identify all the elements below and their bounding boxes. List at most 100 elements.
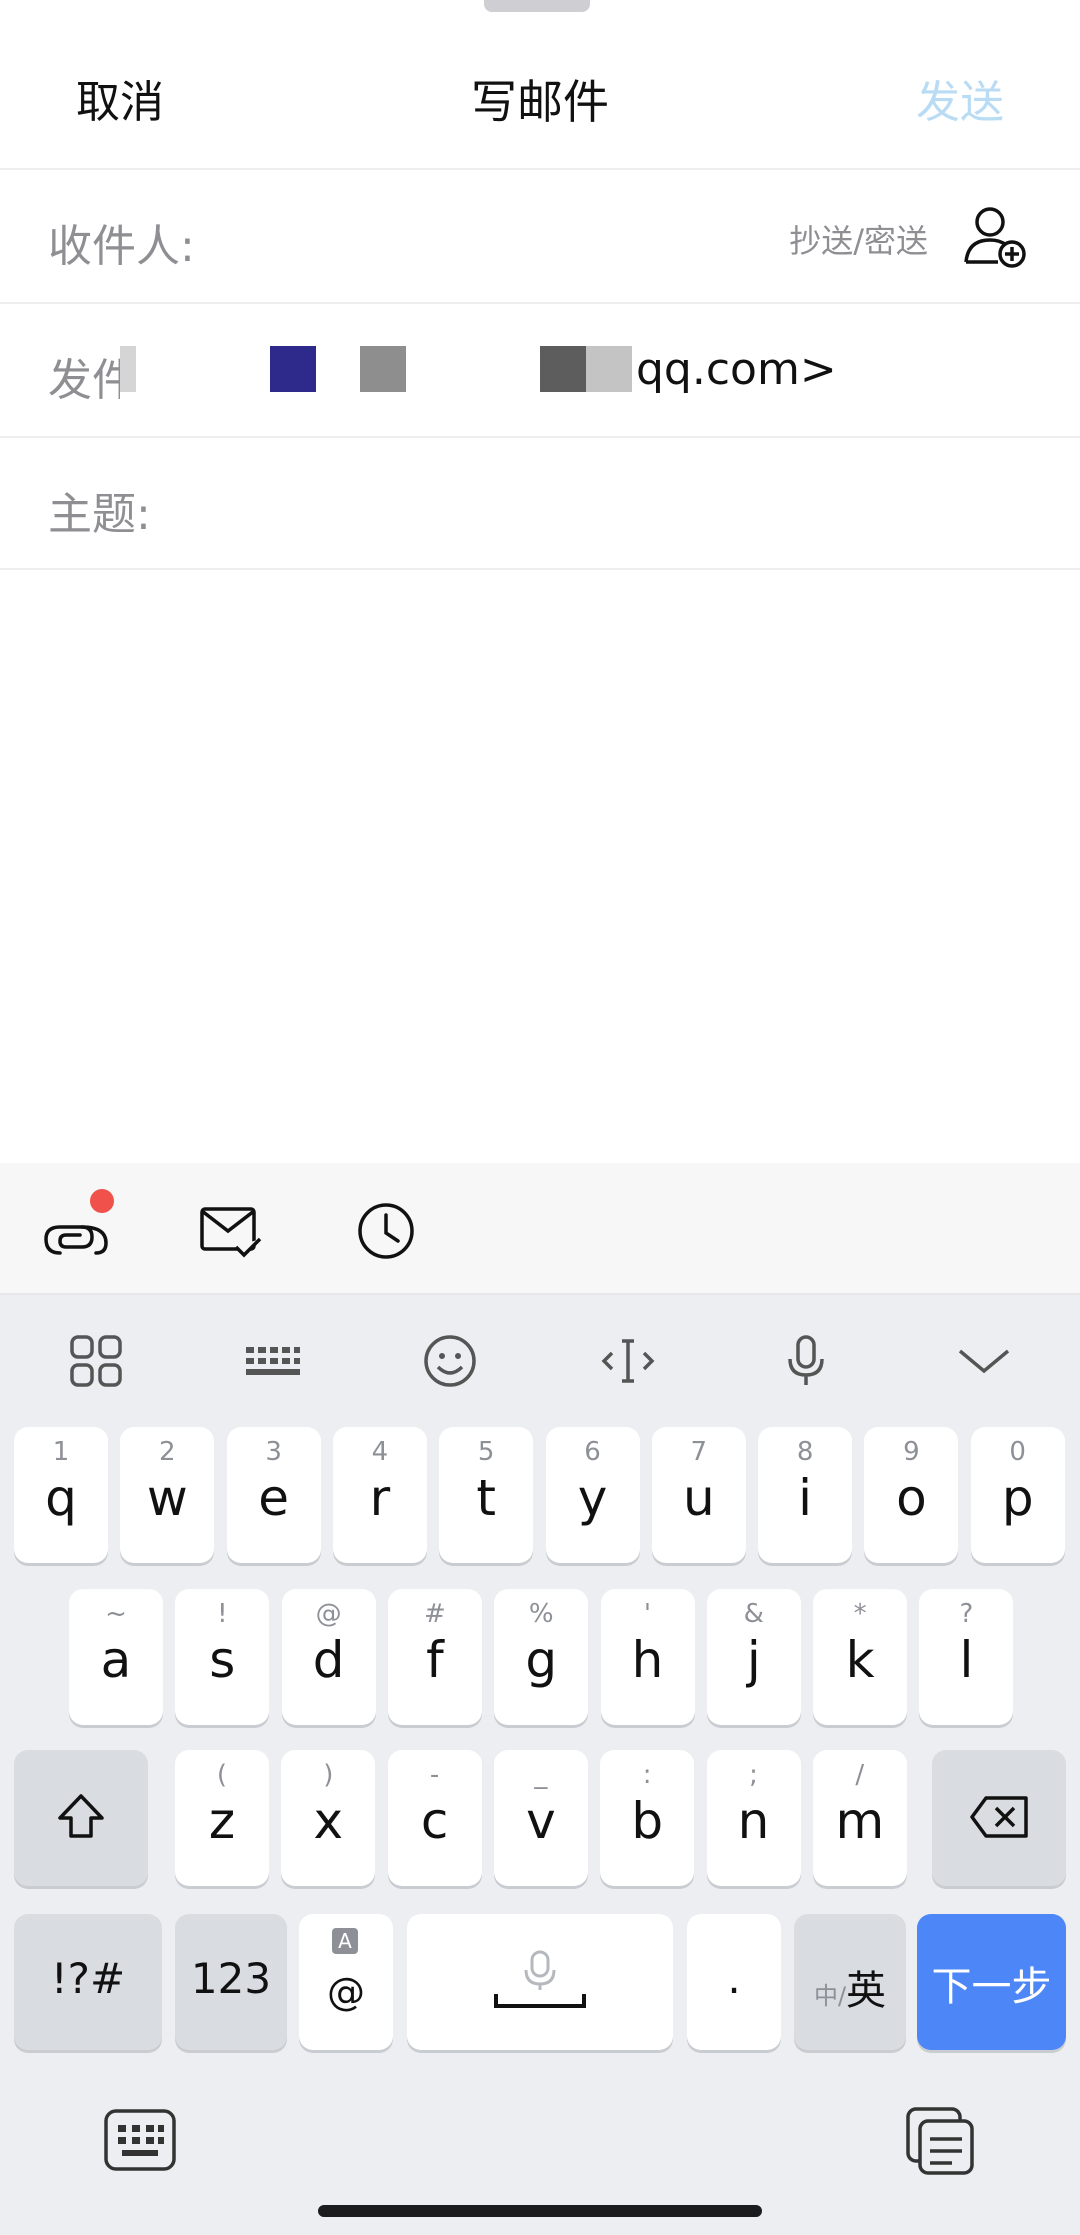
- redaction-block: [586, 346, 632, 392]
- backspace-key[interactable]: [932, 1750, 1066, 1886]
- key-secondary-label: ;: [749, 1760, 758, 1790]
- subject-label: 主题:: [48, 489, 151, 540]
- mail-check-icon[interactable]: [196, 1201, 264, 1261]
- language-switch-key[interactable]: 中/英: [794, 1914, 906, 2050]
- key-primary-label: s: [209, 1631, 236, 1689]
- key-l[interactable]: ? l: [919, 1589, 1014, 1725]
- space-mic-icon: [494, 1950, 586, 2008]
- compose-toolbar: [0, 1163, 1080, 1295]
- key-secondary-label: 0: [1009, 1437, 1026, 1467]
- key-o[interactable]: 9o: [864, 1427, 959, 1563]
- at-label: @: [327, 1970, 365, 2014]
- key-v[interactable]: _ v: [493, 1750, 588, 1886]
- key-w[interactable]: 2w: [120, 1427, 215, 1563]
- shift-key[interactable]: [14, 1750, 148, 1886]
- numbers-label: 123: [190, 1954, 272, 2003]
- key-primary-label: m: [835, 1792, 885, 1850]
- key-s[interactable]: ! s: [175, 1589, 270, 1725]
- key-n[interactable]: ; n: [706, 1750, 801, 1886]
- apps-grid-icon[interactable]: [66, 1331, 126, 1391]
- key-primary-label: t: [476, 1469, 496, 1527]
- key-e[interactable]: 3e: [226, 1427, 321, 1563]
- caps-badge: A: [332, 1928, 358, 1954]
- period-key[interactable]: .: [687, 1914, 781, 2050]
- key-a[interactable]: ~ a: [69, 1589, 163, 1725]
- collapse-keyboard-icon[interactable]: [954, 1331, 1014, 1391]
- lang-big-label: 英: [846, 1968, 887, 2014]
- key-j[interactable]: & j: [706, 1589, 801, 1725]
- key-secondary-label: #: [423, 1599, 446, 1629]
- key-primary-label: r: [369, 1469, 391, 1527]
- cursor-move-icon[interactable]: [598, 1331, 658, 1391]
- key-secondary-label: 5: [477, 1437, 495, 1467]
- clipboard-icon[interactable]: [902, 2105, 978, 2175]
- space-key[interactable]: [407, 1914, 673, 2050]
- key-primary-label: q: [45, 1469, 77, 1527]
- redaction-block: [120, 346, 136, 392]
- key-secondary-label: ): [323, 1760, 334, 1790]
- key-secondary-label: &: [743, 1599, 764, 1629]
- key-q[interactable]: 1q: [14, 1427, 108, 1563]
- key-primary-label: f: [426, 1631, 444, 1689]
- cc-bcc-button[interactable]: 抄送/密送: [789, 216, 928, 262]
- shift-icon: [58, 1794, 104, 1838]
- key-c[interactable]: -c: [387, 1750, 482, 1886]
- microphone-icon[interactable]: [776, 1331, 836, 1391]
- key-primary-label: j: [746, 1631, 761, 1689]
- key-t[interactable]: 5t: [439, 1427, 534, 1563]
- key-m[interactable]: / m: [812, 1750, 907, 1886]
- key-primary-label: x: [313, 1792, 344, 1850]
- key-secondary-label: *: [853, 1599, 867, 1629]
- key-primary-label: d: [312, 1631, 345, 1689]
- symbols-key[interactable]: !?#: [14, 1914, 162, 2050]
- key-secondary-label: /: [855, 1760, 865, 1790]
- keyboard-switch-icon[interactable]: [102, 2105, 178, 2175]
- key-y[interactable]: 6y: [545, 1427, 640, 1563]
- key-p[interactable]: 0p: [970, 1427, 1065, 1563]
- from-address: qq.com>: [636, 344, 837, 395]
- key-primary-label: g: [525, 1631, 558, 1689]
- key-secondary-label: ?: [959, 1599, 974, 1629]
- key-secondary-label: 6: [584, 1437, 601, 1467]
- key-secondary-label: 1: [52, 1437, 70, 1467]
- clock-icon[interactable]: [352, 1201, 420, 1261]
- key-x[interactable]: ) x: [281, 1750, 376, 1886]
- home-indicator[interactable]: [318, 2205, 762, 2217]
- key-secondary-label: 3: [265, 1437, 282, 1467]
- redaction-block: [270, 346, 316, 392]
- key-secondary-label: (: [216, 1760, 228, 1790]
- send-button[interactable]: 发送: [916, 66, 1004, 130]
- next-button[interactable]: 下一步: [917, 1914, 1066, 2050]
- sheet-grabber[interactable]: [484, 0, 590, 12]
- key-r[interactable]: 4r: [332, 1427, 427, 1563]
- key-primary-label: n: [737, 1792, 770, 1850]
- key-secondary-label: -: [429, 1760, 440, 1790]
- keyboard: 1q2w3e4r5t6y7u8i9o0p ~ a! s @ d # f% g ' h & j * k? l …: [0, 1295, 1080, 2235]
- key-f[interactable]: # f: [387, 1589, 482, 1725]
- key-d[interactable]: @ d: [281, 1589, 376, 1725]
- key-k[interactable]: * k: [813, 1589, 908, 1725]
- key-primary-label: y: [577, 1469, 608, 1527]
- at-key[interactable]: A @: [299, 1914, 393, 2050]
- emoji-icon[interactable]: [420, 1331, 480, 1391]
- key-b[interactable]: :b: [600, 1750, 695, 1886]
- key-u[interactable]: 7u: [651, 1427, 746, 1563]
- add-contact-icon[interactable]: [960, 202, 1030, 272]
- key-primary-label: b: [631, 1792, 664, 1850]
- subject-field[interactable]: 主题:: [0, 436, 1080, 570]
- key-g[interactable]: % g: [494, 1589, 589, 1725]
- key-h[interactable]: ' h: [600, 1589, 695, 1725]
- key-secondary-label: %: [528, 1599, 554, 1629]
- numbers-key[interactable]: 123: [175, 1914, 287, 2050]
- redaction-block: [360, 346, 406, 392]
- key-z[interactable]: (z: [175, 1750, 269, 1886]
- redaction-block: [540, 346, 586, 392]
- keyboard-toolbar: [0, 1295, 1080, 1415]
- key-i[interactable]: 8i: [758, 1427, 853, 1563]
- from-field[interactable]: 发件 qq.com>: [0, 302, 1080, 438]
- keyboard-layout-icon[interactable]: [242, 1331, 302, 1391]
- key-secondary-label: !: [217, 1599, 228, 1629]
- key-primary-label: l: [959, 1631, 974, 1689]
- to-field[interactable]: 收件人: 抄送/密送: [0, 168, 1080, 302]
- key-primary-label: v: [526, 1792, 556, 1850]
